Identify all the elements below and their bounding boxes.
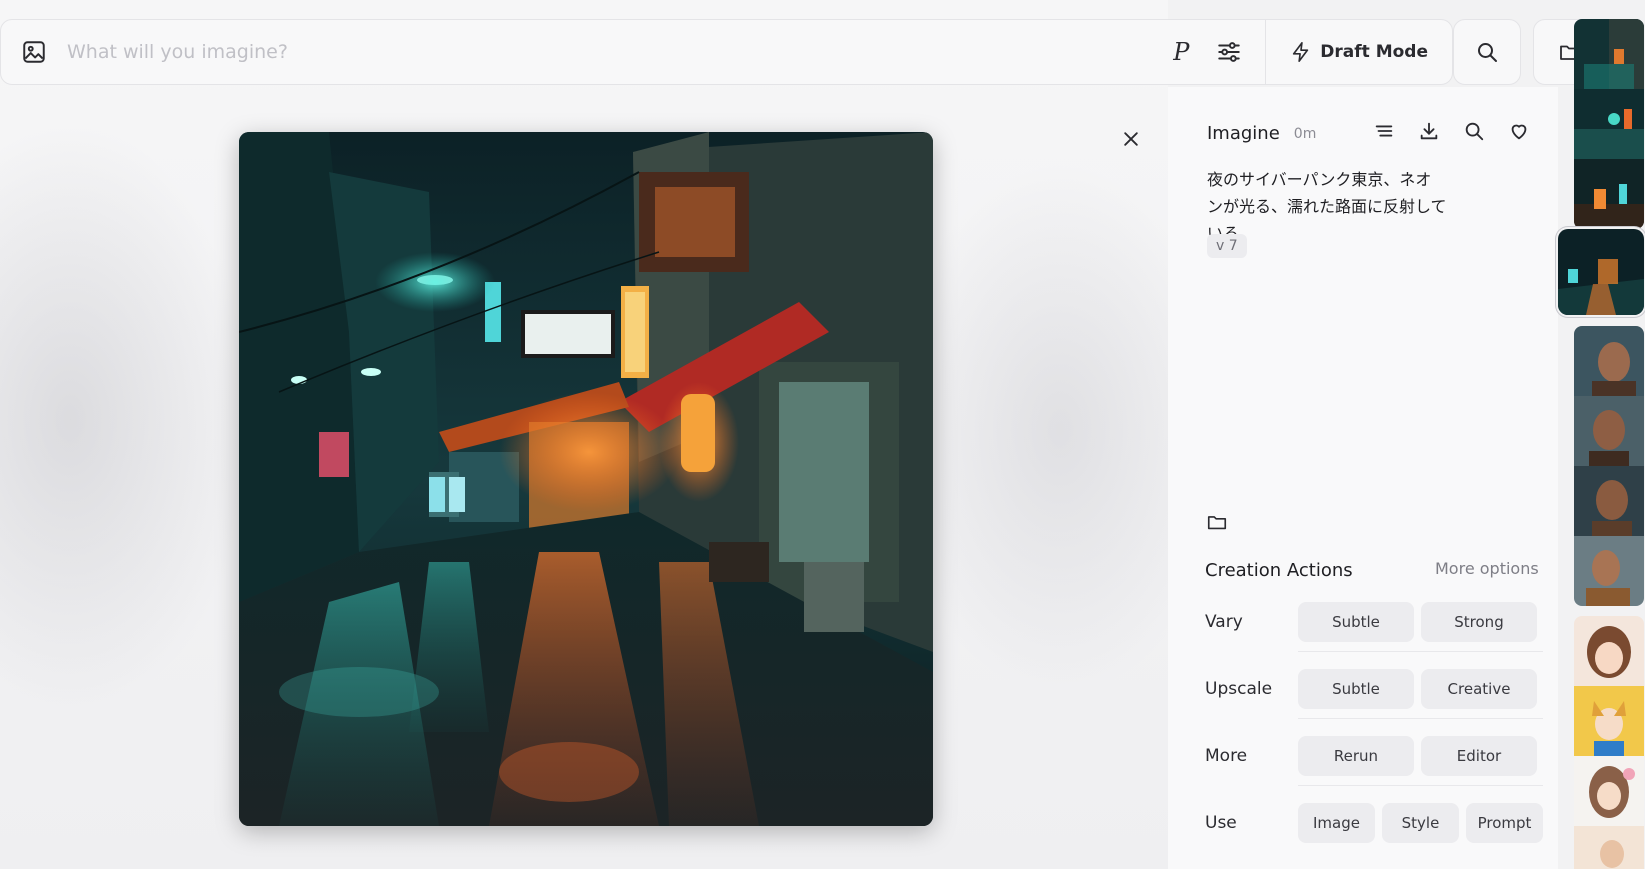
divider xyxy=(1298,718,1543,719)
detail-panel: Imagine 0m 夜のサイバーパンク東京、ネオンが光る、濡れた路面に反射して… xyxy=(1168,87,1558,869)
sliders-icon xyxy=(1218,42,1241,62)
version-badge[interactable]: v 7 xyxy=(1207,234,1247,258)
job-time: 0m xyxy=(1293,125,1317,142)
settings-button[interactable] xyxy=(1205,28,1253,76)
folder-icon xyxy=(1207,516,1227,530)
panel-header: Imagine 0m xyxy=(1207,123,1316,144)
upscale-creative-button[interactable]: Creative xyxy=(1421,669,1537,709)
history-thumbnail[interactable] xyxy=(1574,686,1644,756)
action-row-more: More Rerun Editor xyxy=(1205,736,1543,776)
row-label: More xyxy=(1205,746,1248,766)
use-image-button[interactable]: Image xyxy=(1298,803,1375,843)
history-thumbnail[interactable] xyxy=(1574,826,1644,869)
close-icon xyxy=(1124,132,1138,146)
history-thumbnail[interactable] xyxy=(1574,756,1644,826)
action-row-use: Use Image Style Prompt xyxy=(1205,803,1543,843)
creation-actions-title: Creation Actions xyxy=(1205,560,1353,581)
generated-image[interactable] xyxy=(239,132,933,826)
search-icon xyxy=(1465,122,1484,141)
download-button[interactable] xyxy=(1415,117,1443,145)
history-thumbnail[interactable] xyxy=(1574,616,1644,686)
personalize-button[interactable]: P xyxy=(1157,28,1205,76)
personalize-glyph: P xyxy=(1173,38,1190,66)
search-icon xyxy=(1478,43,1497,62)
divider xyxy=(1298,651,1543,652)
action-row-vary: Vary Subtle Strong xyxy=(1205,602,1543,642)
close-button[interactable] xyxy=(1116,124,1146,154)
divider xyxy=(1298,785,1543,786)
row-label: Vary xyxy=(1205,612,1243,632)
row-label: Upscale xyxy=(1205,679,1273,699)
image-icon[interactable] xyxy=(1,39,67,65)
draft-mode-label: Draft Mode xyxy=(1320,42,1428,62)
job-type: Imagine xyxy=(1207,123,1280,144)
prompt-input[interactable] xyxy=(67,41,1158,63)
row-label: Use xyxy=(1205,813,1237,833)
history-thumbnail[interactable] xyxy=(1574,89,1644,159)
editor-button[interactable]: Editor xyxy=(1421,736,1537,776)
vary-strong-button[interactable]: Strong xyxy=(1421,602,1537,642)
panel-toolbar xyxy=(1370,117,1533,145)
search-similar-button[interactable] xyxy=(1460,117,1488,145)
use-prompt-button[interactable]: Prompt xyxy=(1466,803,1543,843)
list-icon xyxy=(1375,125,1393,137)
history-thumbnail[interactable] xyxy=(1574,396,1644,466)
action-row-upscale: Upscale Subtle Creative xyxy=(1205,669,1543,709)
use-style-button[interactable]: Style xyxy=(1382,803,1459,843)
lightning-icon xyxy=(1293,42,1309,62)
list-button[interactable] xyxy=(1370,117,1398,145)
draft-mode-button[interactable]: Draft Mode xyxy=(1266,19,1452,85)
history-thumbnail[interactable] xyxy=(1574,326,1644,396)
download-icon xyxy=(1420,122,1438,140)
history-thumbnail[interactable] xyxy=(1574,19,1644,89)
upscale-subtle-button[interactable]: Subtle xyxy=(1298,669,1414,709)
more-options-link[interactable]: More options xyxy=(1435,559,1539,578)
heart-icon xyxy=(1511,124,1527,140)
add-to-folder-button[interactable] xyxy=(1204,509,1230,535)
history-thumbnail[interactable] xyxy=(1574,466,1644,536)
history-thumbnail[interactable] xyxy=(1574,536,1644,606)
favorite-button[interactable] xyxy=(1505,117,1533,145)
vary-subtle-button[interactable]: Subtle xyxy=(1298,602,1414,642)
search-button[interactable] xyxy=(1453,19,1521,85)
history-thumbnail[interactable] xyxy=(1574,159,1644,229)
prompt-bar: P Draft Mode xyxy=(0,19,1453,85)
rerun-button[interactable]: Rerun xyxy=(1298,736,1414,776)
history-thumbnail-selected[interactable] xyxy=(1558,229,1644,315)
